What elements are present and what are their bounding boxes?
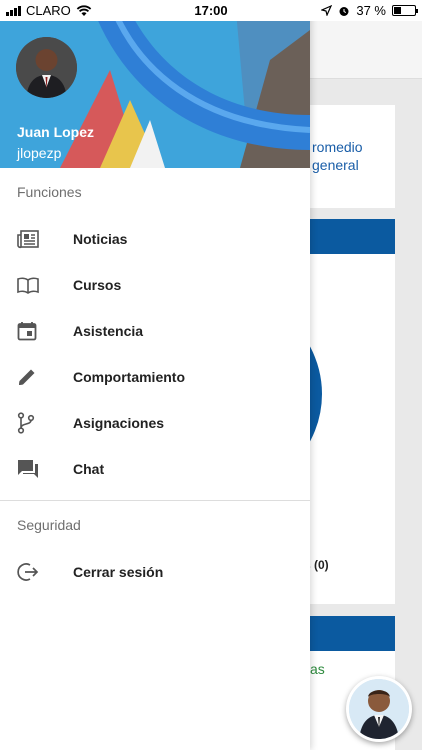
newspaper-icon: [17, 230, 39, 249]
menu-item-logout[interactable]: Cerrar sesión: [0, 549, 310, 595]
menu-label-comportamiento: Comportamiento: [73, 369, 185, 385]
battery-icon: [392, 5, 418, 16]
student-avatar-button[interactable]: [346, 676, 412, 742]
branch-icon: [17, 412, 35, 434]
pencil-icon: [19, 369, 35, 385]
average-card-title: romedio general: [312, 139, 363, 173]
menu-item-asignaciones[interactable]: Asignaciones: [0, 400, 310, 446]
menu-item-cursos[interactable]: Cursos: [0, 262, 310, 308]
battery-percent: 37 %: [356, 3, 386, 18]
user-avatar[interactable]: [16, 37, 77, 98]
menu-label-chat: Chat: [73, 461, 105, 477]
user-photo: [16, 37, 77, 98]
menu-item-comportamiento[interactable]: Comportamiento: [0, 354, 310, 400]
drawer-header: Juan Lopez jlopezp: [0, 0, 310, 168]
menu-label-cursos: Cursos: [73, 277, 122, 293]
location-arrow-icon: [321, 5, 333, 16]
status-bar: CLARO 17:00 37 %: [0, 0, 422, 21]
section-title-security: Seguridad: [17, 517, 81, 533]
open-book-icon: [17, 277, 39, 294]
menu-label-logout: Cerrar sesión: [73, 564, 164, 580]
status-right: 37 %: [321, 3, 418, 18]
menu-item-chat[interactable]: Chat: [0, 446, 310, 492]
menu-label-noticias: Noticias: [73, 231, 128, 247]
menu-item-noticias[interactable]: Noticias: [0, 216, 310, 262]
menu-label-asignaciones: Asignaciones: [73, 415, 165, 431]
user-username: jlopezp: [17, 145, 62, 161]
chat-bubbles-icon: [18, 460, 38, 478]
menu-label-asistencia: Asistencia: [73, 323, 144, 339]
user-name: Juan Lopez: [17, 124, 95, 140]
logout-icon: [17, 563, 39, 581]
student-photo: [349, 679, 409, 739]
navigation-drawer: Juan Lopez jlopezp Funciones Noticias Cu…: [0, 0, 310, 750]
alarm-icon: [339, 6, 349, 16]
menu-item-asistencia[interactable]: Asistencia: [0, 308, 310, 354]
calendar-icon: [17, 322, 37, 341]
second-card-text: as: [310, 661, 325, 677]
section-title-functions: Funciones: [17, 184, 82, 200]
